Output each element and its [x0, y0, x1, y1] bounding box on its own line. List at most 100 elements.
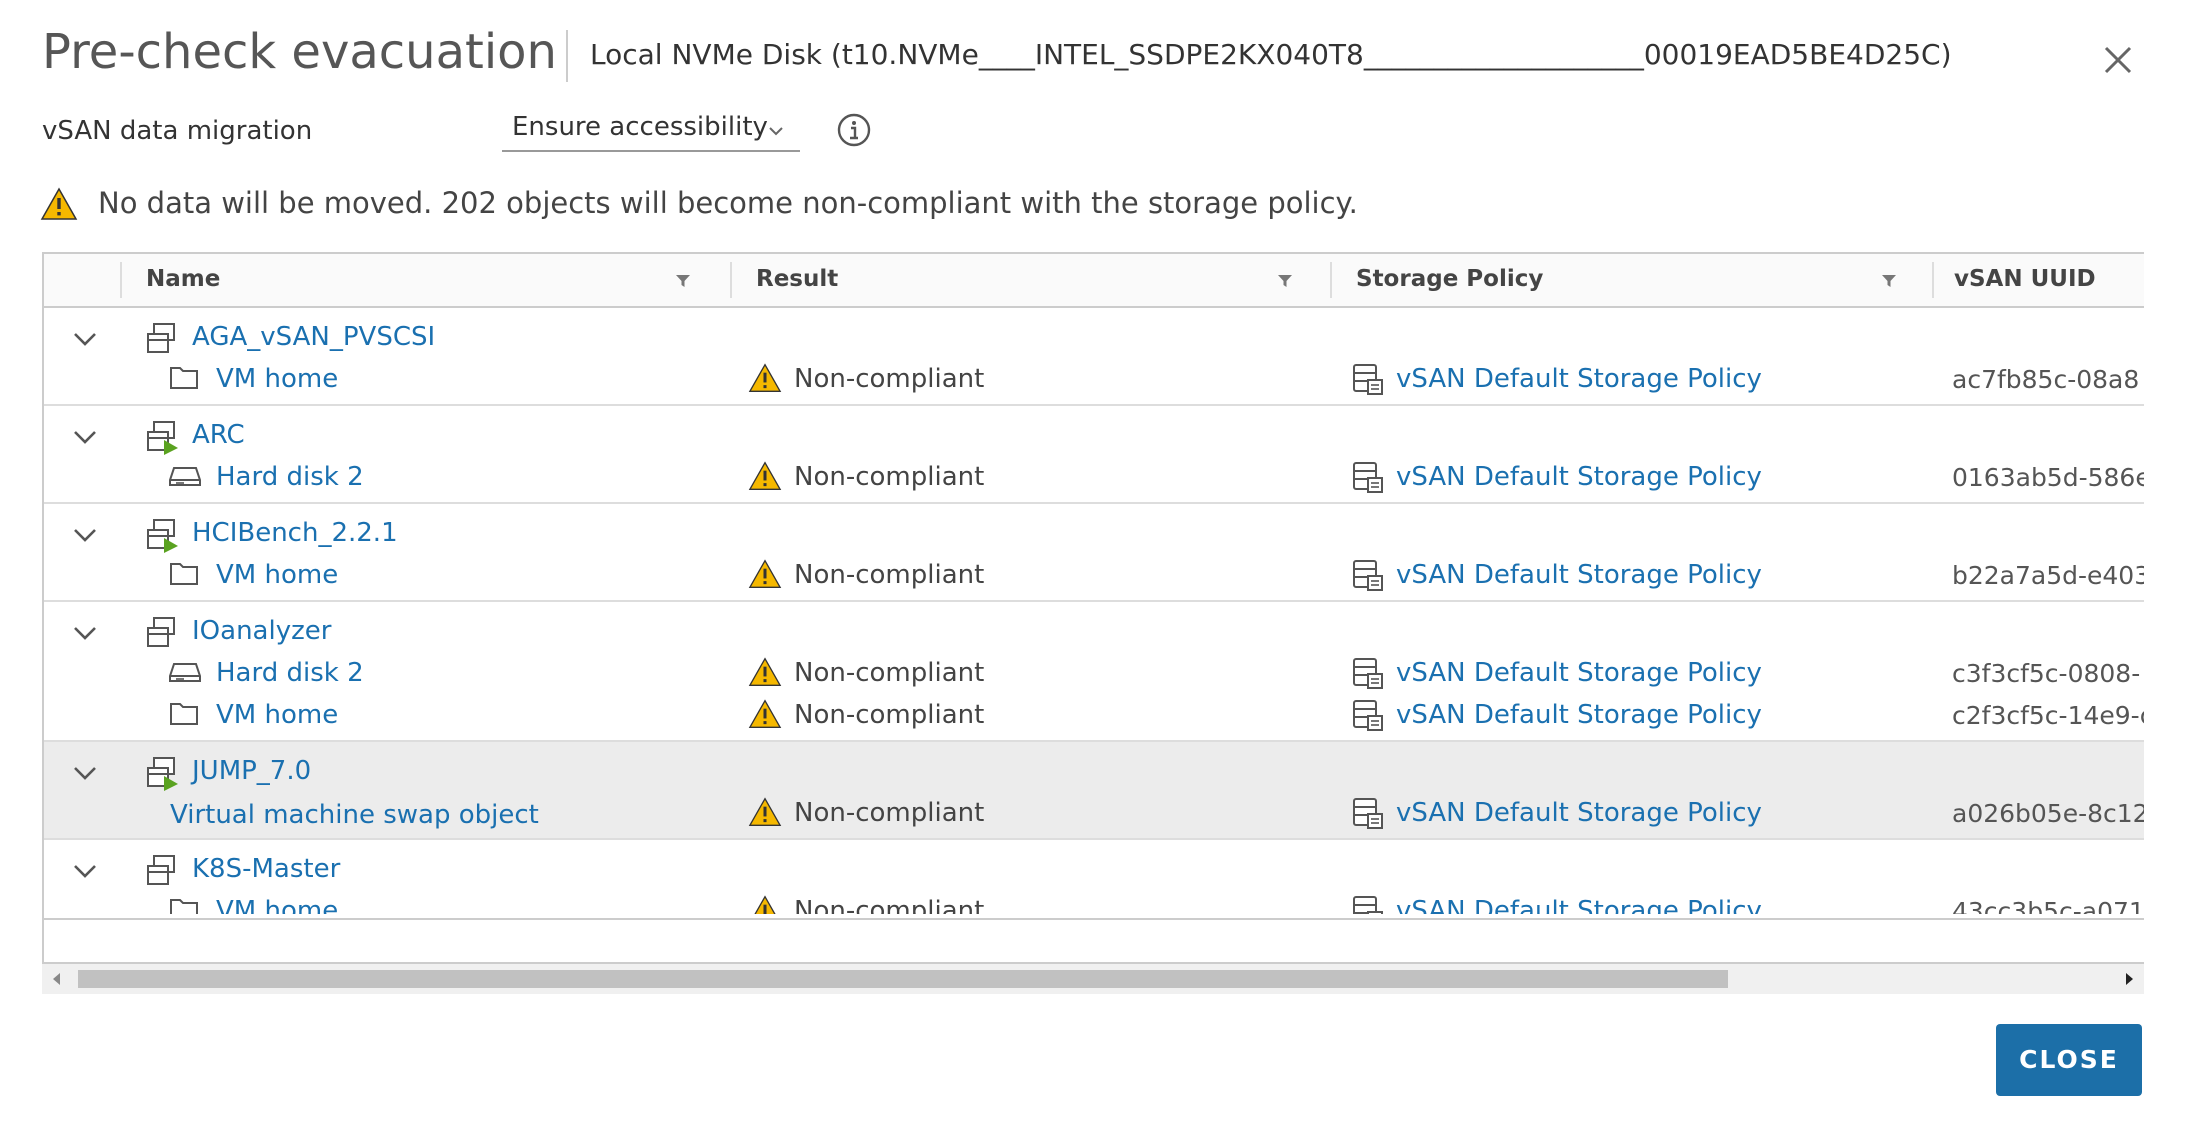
- vm-name-link[interactable]: IOanalyzer: [192, 616, 331, 646]
- folder-icon: [168, 698, 200, 732]
- table-row-group[interactable]: IOanalyzer Hard disk 2 Non-compliant vSA…: [44, 602, 2144, 742]
- vm-running-icon: [142, 516, 180, 558]
- warning-icon: [748, 894, 782, 914]
- filter-icon[interactable]: [1880, 272, 1898, 294]
- result-text: Non-compliant: [794, 658, 985, 688]
- column-separator[interactable]: [730, 262, 732, 298]
- vsan-uuid: ac7fb85c-08a8: [1952, 365, 2140, 394]
- warning-icon: [748, 698, 782, 734]
- result-text: Non-compliant: [794, 896, 985, 914]
- object-name-link[interactable]: Virtual machine swap object: [170, 800, 539, 830]
- chevron-down-icon[interactable]: [68, 616, 102, 650]
- vm-name-link[interactable]: JUMP_7.0: [192, 756, 311, 786]
- grid-body: AGA_vSAN_PVSCSI VM home Non-compliant vS…: [44, 308, 2144, 914]
- result-text: Non-compliant: [794, 700, 985, 730]
- storage-policy-link[interactable]: vSAN Default Storage Policy: [1396, 658, 1762, 688]
- horizontal-scrollbar[interactable]: [42, 964, 2144, 994]
- table-row-group[interactable]: JUMP_7.0 Virtual machine swap object Non…: [44, 742, 2144, 840]
- vsan-uuid: c3f3cf5c-0808-: [1952, 659, 2141, 688]
- storage-policy-icon: [1350, 460, 1386, 498]
- chevron-down-icon[interactable]: [68, 420, 102, 454]
- storage-policy-link[interactable]: vSAN Default Storage Policy: [1396, 896, 1762, 914]
- warning-message: No data will be moved. 202 objects will …: [98, 186, 1358, 220]
- scrollbar-thumb[interactable]: [78, 970, 1728, 988]
- vm-name-link[interactable]: AGA_vSAN_PVSCSI: [192, 322, 435, 352]
- vsan-uuid: b22a7a5d-e403: [1952, 561, 2144, 590]
- vm-icon: [142, 320, 180, 362]
- chevron-down-icon[interactable]: [68, 518, 102, 552]
- column-header-storage-policy[interactable]: Storage Policy: [1356, 254, 1543, 306]
- table-row-group[interactable]: AGA_vSAN_PVSCSI VM home Non-compliant vS…: [44, 308, 2144, 406]
- vm-name-link[interactable]: ARC: [192, 420, 245, 450]
- vm-running-icon: [142, 754, 180, 796]
- storage-policy-link[interactable]: vSAN Default Storage Policy: [1396, 798, 1762, 828]
- column-header-vsan-uuid[interactable]: vSAN UUID: [1954, 254, 2096, 306]
- object-name-link[interactable]: VM home: [216, 364, 338, 394]
- result-text: Non-compliant: [794, 798, 985, 828]
- column-separator[interactable]: [120, 262, 122, 298]
- warning-icon: [748, 362, 782, 398]
- storage-policy-icon: [1350, 796, 1386, 834]
- folder-icon: [168, 894, 200, 914]
- column-separator[interactable]: [1932, 262, 1934, 298]
- close-icon[interactable]: [2098, 40, 2138, 80]
- folder-icon: [168, 362, 200, 396]
- warning-icon: [748, 796, 782, 832]
- disk-icon: [168, 658, 202, 688]
- chevron-down-icon[interactable]: [68, 854, 102, 888]
- scroll-right-icon[interactable]: [2122, 970, 2136, 992]
- object-name-link[interactable]: Hard disk 2: [216, 658, 364, 688]
- migration-select-value: Ensure accessibility: [512, 112, 768, 142]
- result-text: Non-compliant: [794, 560, 985, 590]
- chevron-down-icon: [766, 118, 786, 148]
- storage-policy-link[interactable]: vSAN Default Storage Policy: [1396, 700, 1762, 730]
- storage-policy-link[interactable]: vSAN Default Storage Policy: [1396, 364, 1762, 394]
- warning-icon: [748, 558, 782, 594]
- objects-grid: Name Result Storage Policy vSAN UUID AGA…: [42, 252, 2144, 964]
- warning-icon: [748, 460, 782, 496]
- vm-icon: [142, 852, 180, 894]
- storage-policy-icon: [1350, 362, 1386, 400]
- column-header-name[interactable]: Name: [146, 254, 220, 306]
- scroll-left-icon[interactable]: [50, 970, 64, 992]
- chevron-down-icon[interactable]: [68, 756, 102, 790]
- vsan-uuid: a026b05e-8c12: [1952, 799, 2144, 828]
- disk-icon: [168, 462, 202, 492]
- result-text: Non-compliant: [794, 364, 985, 394]
- storage-policy-link[interactable]: vSAN Default Storage Policy: [1396, 462, 1762, 492]
- column-separator[interactable]: [1330, 262, 1332, 298]
- storage-policy-link[interactable]: vSAN Default Storage Policy: [1396, 560, 1762, 590]
- table-row-group[interactable]: ARC Hard disk 2 Non-compliant vSAN Defau…: [44, 406, 2144, 504]
- title-divider: [566, 30, 568, 82]
- info-icon[interactable]: [836, 112, 872, 152]
- vsan-uuid: 0163ab5d-586e: [1952, 463, 2144, 492]
- grid-footer: [44, 918, 2144, 962]
- dialog-subtitle: Local NVMe Disk (t10.NVMe____INTEL_SSDPE…: [590, 38, 1952, 71]
- object-name-link[interactable]: VM home: [216, 560, 338, 590]
- warning-icon: [40, 186, 78, 226]
- column-header-result[interactable]: Result: [756, 254, 838, 306]
- vm-icon: [142, 614, 180, 656]
- object-name-link[interactable]: VM home: [216, 896, 338, 914]
- folder-icon: [168, 558, 200, 592]
- vsan-uuid: 43cc3b5c-a071: [1952, 897, 2144, 914]
- storage-policy-icon: [1350, 656, 1386, 694]
- storage-policy-icon: [1350, 698, 1386, 736]
- warning-icon: [748, 656, 782, 692]
- migration-select[interactable]: Ensure accessibility: [502, 112, 800, 152]
- grid-header: Name Result Storage Policy vSAN UUID: [44, 254, 2144, 308]
- table-row-group[interactable]: HCIBench_2.2.1 VM home Non-compliant vSA…: [44, 504, 2144, 602]
- table-row-group[interactable]: K8S-Master VM home Non-compliant vSAN De…: [44, 840, 2144, 914]
- object-name-link[interactable]: Hard disk 2: [216, 462, 364, 492]
- object-name-link[interactable]: VM home: [216, 700, 338, 730]
- vm-name-link[interactable]: K8S-Master: [192, 854, 340, 884]
- filter-icon[interactable]: [1276, 272, 1294, 294]
- vm-running-icon: [142, 418, 180, 460]
- storage-policy-icon: [1350, 558, 1386, 596]
- filter-icon[interactable]: [674, 272, 692, 294]
- result-text: Non-compliant: [794, 462, 985, 492]
- vm-name-link[interactable]: HCIBench_2.2.1: [192, 518, 398, 548]
- chevron-down-icon[interactable]: [68, 322, 102, 356]
- dialog-title: Pre-check evacuation: [42, 24, 557, 80]
- close-button[interactable]: CLOSE: [1996, 1024, 2142, 1096]
